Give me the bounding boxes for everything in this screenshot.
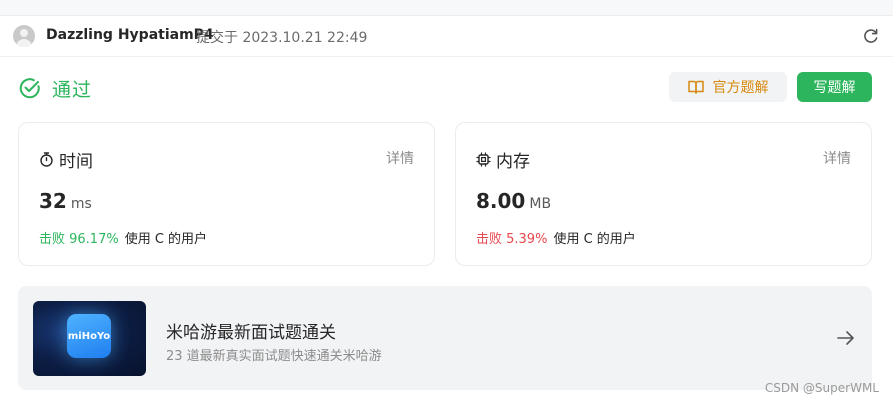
top-nav-strip bbox=[0, 0, 893, 16]
promo-banner[interactable]: miHoYo 米哈游最新面试题通关 23 道最新真实面试题快速通关米哈游 bbox=[18, 286, 872, 390]
runtime-title-label: 时间 bbox=[59, 152, 93, 172]
submitted-time: 提交于 2023.10.21 22:49 bbox=[196, 30, 368, 46]
memory-card: 内存 详情 8.00 MB 击败 5.39% 使用 C 的用户 bbox=[455, 122, 872, 266]
runtime-unit: ms bbox=[70, 196, 92, 212]
status-label: 通过 bbox=[52, 78, 93, 101]
promo-subtitle: 23 道最新真实面试题快速通关米哈游 bbox=[166, 349, 382, 364]
memory-beat-suffix: 使用 C 的用户 bbox=[553, 232, 636, 247]
memory-detail-link[interactable]: 详情 bbox=[823, 148, 851, 168]
runtime-card: 时间 详情 32 ms 击败 96.17% 使用 C 的用户 bbox=[18, 122, 435, 266]
promo-title: 米哈游最新面试题通关 bbox=[166, 323, 336, 343]
memory-number: 8.00 bbox=[476, 189, 526, 213]
write-solution-button[interactable]: 写题解 bbox=[797, 72, 872, 102]
book-icon bbox=[687, 80, 704, 94]
mihoyo-logo: miHoYo bbox=[67, 314, 111, 358]
username-link[interactable]: Dazzling HypatiamP4 bbox=[46, 27, 214, 43]
promo-thumbnail: miHoYo bbox=[33, 301, 146, 376]
runtime-title: 时间 bbox=[39, 147, 93, 172]
stopwatch-icon bbox=[40, 152, 53, 167]
runtime-detail-link[interactable]: 详情 bbox=[386, 148, 414, 168]
watermark: CSDN @SuperWML bbox=[764, 381, 879, 395]
runtime-value: 32 ms bbox=[39, 189, 92, 213]
submission-header: Dazzling HypatiamP4 提交于 2023.10.21 22:49 bbox=[0, 17, 893, 57]
memory-title: 内存 bbox=[476, 147, 530, 172]
runtime-beat-suffix: 使用 C 的用户 bbox=[124, 232, 208, 247]
chip-icon bbox=[476, 152, 491, 167]
avatar[interactable] bbox=[13, 25, 35, 47]
official-solution-label: 官方题解 bbox=[712, 80, 769, 96]
memory-unit: MB bbox=[529, 196, 552, 212]
memory-title-label: 内存 bbox=[496, 152, 530, 172]
arrow-right-icon[interactable] bbox=[836, 328, 856, 348]
runtime-beat: 击败 96.17% 使用 C 的用户 bbox=[39, 228, 207, 247]
check-circle-icon bbox=[19, 78, 40, 99]
submission-status: 通过 bbox=[19, 76, 93, 101]
runtime-number: 32 bbox=[39, 189, 67, 213]
refresh-icon[interactable] bbox=[862, 27, 880, 45]
official-solution-button[interactable]: 官方题解 bbox=[669, 72, 787, 102]
memory-beat: 击败 5.39% 使用 C 的用户 bbox=[476, 228, 636, 247]
memory-value: 8.00 MB bbox=[476, 189, 551, 213]
memory-beat-percent: 击败 5.39% bbox=[476, 232, 548, 247]
runtime-beat-percent: 击败 96.17% bbox=[39, 232, 119, 247]
